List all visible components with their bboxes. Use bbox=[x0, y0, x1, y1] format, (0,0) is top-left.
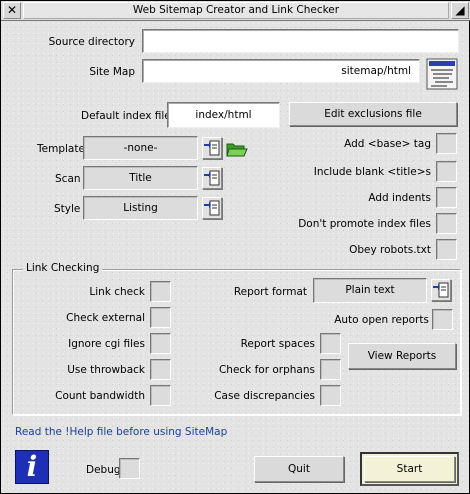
help-link[interactable]: Read the !Help file before using SiteMap bbox=[15, 425, 227, 439]
use-throwback-label: Use throwback bbox=[67, 364, 145, 376]
scan-display[interactable]: Title bbox=[83, 166, 198, 190]
site-map-label: Site Map bbox=[89, 66, 135, 78]
check-orphans-option[interactable] bbox=[320, 359, 341, 380]
menu-icon bbox=[204, 200, 220, 216]
source-directory-label: Source directory bbox=[48, 36, 135, 48]
auto-open-reports-label: Auto open reports bbox=[334, 314, 429, 326]
start-button-frame[interactable]: Start bbox=[360, 452, 459, 486]
default-index-label: Default index files bbox=[81, 110, 177, 122]
dont-promote-index-option[interactable] bbox=[436, 213, 457, 234]
style-menu-button[interactable] bbox=[202, 197, 222, 219]
template-display[interactable]: -none- bbox=[83, 136, 198, 160]
obey-robots-label: Obey robots.txt bbox=[349, 244, 431, 256]
include-blank-title-label: Include blank <title>s bbox=[313, 166, 431, 178]
style-label: Style bbox=[54, 203, 81, 215]
default-index-input[interactable]: index/html bbox=[167, 102, 280, 128]
start-button[interactable]: Start bbox=[364, 456, 455, 482]
close-icon[interactable]: ✕ bbox=[3, 2, 21, 19]
open-folder-icon[interactable] bbox=[226, 140, 248, 158]
add-indents-option[interactable] bbox=[436, 187, 457, 208]
style-display[interactable]: Listing bbox=[83, 196, 198, 220]
case-discrepancies-option[interactable] bbox=[320, 385, 341, 406]
report-format-menu-button[interactable] bbox=[431, 279, 451, 301]
add-indents-label: Add indents bbox=[368, 192, 431, 204]
template-menu-button[interactable] bbox=[202, 137, 222, 159]
main-window: ✕ Web Sitemap Creator and Link Checker ◢… bbox=[0, 0, 470, 494]
check-external-option[interactable] bbox=[150, 307, 171, 328]
link-checking-title: Link Checking bbox=[23, 262, 103, 274]
count-bandwidth-label: Count bandwidth bbox=[55, 390, 145, 402]
ignore-cgi-label: Ignore cgi files bbox=[68, 338, 145, 350]
include-blank-title-option[interactable] bbox=[436, 161, 457, 182]
link-check-option[interactable] bbox=[150, 281, 171, 302]
scan-menu-button[interactable] bbox=[202, 167, 222, 189]
check-external-label: Check external bbox=[66, 312, 145, 324]
quit-button[interactable]: Quit bbox=[254, 456, 344, 482]
case-discrepancies-label: Case discrepancies bbox=[214, 390, 315, 402]
menu-icon bbox=[204, 170, 220, 186]
count-bandwidth-option[interactable] bbox=[150, 385, 171, 406]
sitemap-file-icon[interactable] bbox=[425, 57, 459, 91]
menu-icon bbox=[433, 282, 449, 298]
dont-promote-index-label: Don't promote index files bbox=[298, 218, 431, 230]
info-icon[interactable]: i bbox=[15, 450, 49, 484]
resize-icon[interactable]: ◢ bbox=[451, 2, 469, 19]
title-bar[interactable]: ✕ Web Sitemap Creator and Link Checker ◢ bbox=[1, 1, 470, 21]
ignore-cgi-option[interactable] bbox=[150, 333, 171, 354]
window-title[interactable]: Web Sitemap Creator and Link Checker bbox=[23, 2, 449, 19]
source-directory-input[interactable] bbox=[142, 29, 459, 53]
report-spaces-label: Report spaces bbox=[240, 338, 315, 350]
debug-label: Debug bbox=[86, 464, 121, 476]
debug-option[interactable] bbox=[119, 458, 140, 479]
add-base-tag-label: Add <base> tag bbox=[344, 138, 431, 150]
report-format-label: Report format bbox=[233, 286, 307, 298]
report-spaces-option[interactable] bbox=[320, 333, 341, 354]
obey-robots-option[interactable] bbox=[436, 239, 457, 260]
auto-open-reports-option[interactable] bbox=[432, 309, 453, 330]
menu-icon bbox=[204, 140, 220, 156]
template-label: Template bbox=[37, 143, 85, 155]
view-reports-button[interactable]: View Reports bbox=[348, 343, 456, 369]
add-base-tag-option[interactable] bbox=[436, 133, 457, 154]
edit-exclusions-button[interactable]: Edit exclusions file bbox=[289, 102, 457, 126]
report-format-display[interactable]: Plain text bbox=[313, 278, 427, 303]
use-throwback-option[interactable] bbox=[150, 359, 171, 380]
scan-label: Scan bbox=[55, 173, 81, 185]
check-orphans-label: Check for orphans bbox=[218, 364, 315, 376]
link-check-label: Link check bbox=[89, 286, 145, 298]
site-map-input[interactable]: sitemap/html bbox=[142, 59, 420, 83]
